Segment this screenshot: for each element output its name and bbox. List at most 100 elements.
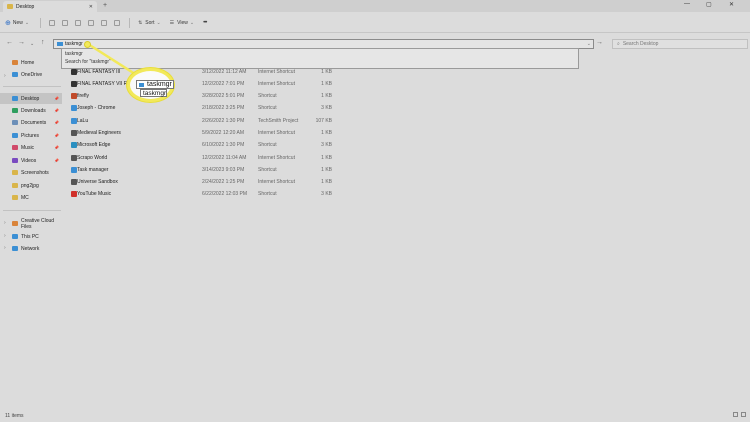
rename-icon[interactable] xyxy=(88,19,95,26)
file-row[interactable]: LaLu 2/26/2022 1:30 PM TechSmith Project… xyxy=(66,115,346,127)
up-button[interactable]: ↑ xyxy=(41,39,45,46)
address-input[interactable]: taskmgr xyxy=(65,41,83,47)
delete-icon[interactable] xyxy=(114,19,121,26)
file-name: Task manager xyxy=(77,167,109,173)
sidebar-item-music[interactable]: Music 📌 xyxy=(0,142,62,153)
network-icon xyxy=(12,246,18,251)
minimize-button[interactable]: — xyxy=(684,1,690,7)
sidebar-item-videos[interactable]: Videos 📌 xyxy=(0,155,62,166)
music-icon xyxy=(12,145,18,150)
file-type: Internet Shortcut xyxy=(258,155,295,161)
sidebar-item-onedrive[interactable]: OneDrive xyxy=(0,69,62,80)
file-date: 6/10/2022 1:30 PM xyxy=(202,142,245,148)
chevron-down-icon[interactable]: ⌄ xyxy=(587,41,591,47)
file-size: 1 KB xyxy=(321,130,332,136)
file-row[interactable]: Task manager 3/14/2023 9:03 PM Shortcut … xyxy=(66,164,346,176)
magnified-suggestion: taskmgr xyxy=(140,89,167,97)
file-type: Internet Shortcut xyxy=(258,179,295,185)
file-explorer-window: Desktop ✕ + — ▢ ✕ ⊕ New ⌄ ⇅ Sort ⌄ ☰ Vie… xyxy=(0,0,750,422)
sidebar-item-label: Creative Cloud Files xyxy=(21,217,55,230)
back-button[interactable]: ← xyxy=(6,39,13,46)
toolbar-divider xyxy=(129,17,131,28)
tiles-view-icon[interactable] xyxy=(741,412,746,417)
pin-icon[interactable]: 📌 xyxy=(54,96,59,101)
sidebar-item-label: OneDrive xyxy=(21,71,43,78)
file-row[interactable]: Joseph - Chrome 2/18/2022 3:25 PM Shortc… xyxy=(66,102,346,114)
file-row[interactable]: Scrapo World 12/2/2022 11:04 AM Internet… xyxy=(66,152,346,164)
sidebar-item-label: Music xyxy=(21,144,35,151)
file-name: Universe Sandbox xyxy=(77,179,118,185)
cut-icon[interactable] xyxy=(49,19,56,26)
view-button-label: View xyxy=(177,19,188,26)
file-date: 2/24/2022 1:25 PM xyxy=(202,179,245,185)
recent-dropdown-icon[interactable]: ⌄ xyxy=(30,41,34,47)
sidebar-item-label: This PC xyxy=(21,233,39,240)
copy-icon[interactable] xyxy=(62,19,69,26)
sort-icon: ⇅ xyxy=(138,19,143,26)
pin-icon[interactable]: 📌 xyxy=(54,120,59,125)
view-button[interactable]: ☰ View ⌄ xyxy=(170,20,194,26)
search-input[interactable]: ⌕ Search Desktop xyxy=(612,39,748,49)
sidebar-item-network[interactable]: Network xyxy=(0,243,62,254)
close-window-button[interactable]: ✕ xyxy=(729,1,734,8)
sidebar-item-screenshots[interactable]: Screenshots xyxy=(0,167,62,178)
sidebar-item-home[interactable]: Home xyxy=(0,57,62,68)
document-icon xyxy=(12,120,18,125)
sidebar-item-png2jpg[interactable]: png2jpg xyxy=(0,180,62,191)
plus-icon: ⊕ xyxy=(5,19,11,27)
suggestion-item[interactable]: Search for "taskmgr" xyxy=(65,58,575,66)
pin-icon[interactable]: 📌 xyxy=(54,145,59,150)
sidebar-item-pictures[interactable]: Pictures 📌 xyxy=(0,130,62,141)
sidebar-item-creative-cloud[interactable]: Creative Cloud Files xyxy=(0,217,62,230)
file-date: 2/26/2022 1:30 PM xyxy=(202,118,245,124)
sidebar-item-label: Network xyxy=(21,245,40,252)
new-tab-button[interactable]: + xyxy=(103,2,107,9)
file-row[interactable]: Medieval Engineers 5/9/2022 12:20 AM Int… xyxy=(66,127,346,139)
sidebar-item-documents[interactable]: Documents 📌 xyxy=(0,117,62,128)
sidebar-item-label: Documents xyxy=(21,119,47,126)
pin-icon[interactable]: 📌 xyxy=(54,158,59,163)
share-icon[interactable] xyxy=(101,19,108,26)
file-type: TechSmith Project xyxy=(258,118,299,124)
suggestion-item[interactable]: taskmgr xyxy=(65,50,575,58)
sidebar-item-desktop[interactable]: Desktop 📌 xyxy=(0,93,62,104)
file-size: 1 KB xyxy=(321,179,332,185)
file-row[interactable]: Universe Sandbox 2/24/2022 1:25 PM Inter… xyxy=(66,176,346,188)
file-size: 1 KB xyxy=(321,167,332,173)
file-name: YouTube Music xyxy=(77,191,112,197)
home-icon xyxy=(12,60,18,65)
file-name: Scrapo World xyxy=(77,155,108,161)
details-view-icon[interactable] xyxy=(733,412,738,417)
sidebar-item-label: Desktop xyxy=(21,95,40,102)
file-date: 3/14/2023 9:03 PM xyxy=(202,167,245,173)
desktop-icon xyxy=(12,96,18,101)
file-name: Medieval Engineers xyxy=(77,130,121,136)
pin-icon[interactable]: 📌 xyxy=(54,133,59,138)
maximize-button[interactable]: ▢ xyxy=(706,1,712,8)
file-row[interactable]: Microsoft Edge 6/10/2022 1:30 PM Shortcu… xyxy=(66,139,346,151)
pin-icon[interactable]: 📌 xyxy=(54,108,59,113)
sidebar-item-mc[interactable]: MC xyxy=(0,192,62,203)
tab-close-icon[interactable]: ✕ xyxy=(89,4,93,10)
more-options-button[interactable]: ••• xyxy=(203,20,207,26)
sidebar-item-downloads[interactable]: Downloads 📌 xyxy=(0,105,62,116)
file-size: 107 KB xyxy=(315,118,332,124)
file-row[interactable]: FINAL FANTASY VII REMAKE 12/2/2022 7:01 … xyxy=(66,78,346,90)
sort-button[interactable]: ⇅ Sort ⌄ xyxy=(138,20,161,26)
file-row[interactable]: YouTube Music 6/22/2022 12:03 PM Shortcu… xyxy=(66,188,346,200)
pc-icon xyxy=(57,42,63,46)
tab-desktop[interactable]: Desktop ✕ xyxy=(3,1,97,12)
paste-icon[interactable] xyxy=(75,19,82,26)
new-button[interactable]: ⊕ New ⌄ xyxy=(5,19,29,27)
sidebar-item-this-pc[interactable]: This PC xyxy=(0,231,62,242)
file-date: 5/9/2022 12:20 AM xyxy=(202,130,244,136)
file-type: Shortcut xyxy=(258,167,277,173)
go-button[interactable]: → xyxy=(596,39,603,46)
cloud-icon xyxy=(12,72,18,77)
file-row[interactable]: FINAL FANTASY III 3/12/2022 11:12 AM Int… xyxy=(66,66,346,78)
forward-button[interactable]: → xyxy=(18,39,25,46)
file-row[interactable]: firefly 3/28/2022 5:01 PM Shortcut 1 KB xyxy=(66,90,346,102)
status-item-count: 11 items xyxy=(5,413,24,419)
file-size: 1 KB xyxy=(321,155,332,161)
sidebar-item-label: Videos xyxy=(21,157,37,164)
